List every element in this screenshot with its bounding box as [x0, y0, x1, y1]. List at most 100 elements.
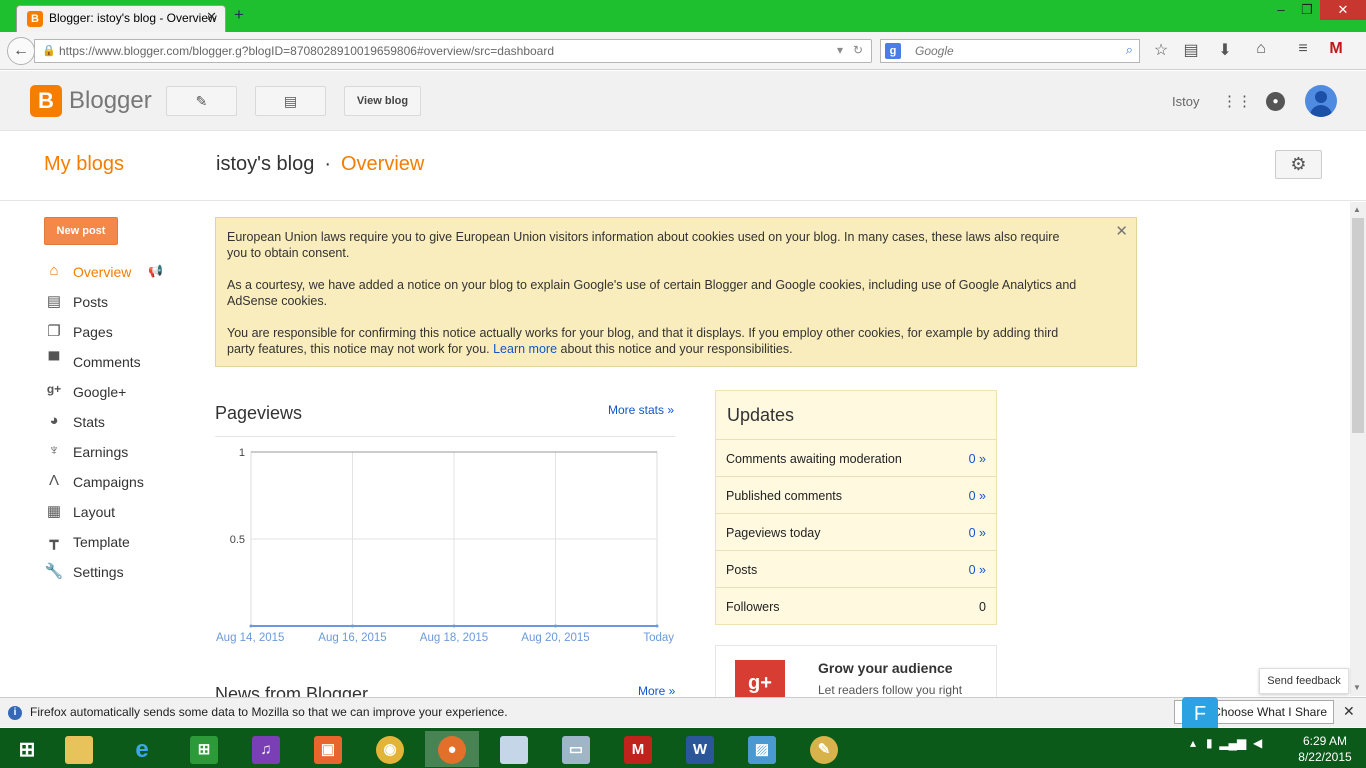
sidebar-item-overview[interactable]: ⌂ Overview 📢: [44, 262, 194, 282]
view-posts-button[interactable]: ▤: [255, 86, 326, 116]
taskbar-photos[interactable]: ▣: [301, 731, 355, 767]
sidebar-item-label: Google+: [73, 384, 127, 400]
back-button[interactable]: ←: [7, 37, 35, 65]
sidebar-item-label: Layout: [73, 504, 116, 520]
news-more-link[interactable]: More »: [638, 684, 675, 698]
browser-tab[interactable]: B Blogger: istoy's blog - Overview ✕: [16, 5, 226, 32]
signal-icon: ▂▄▆: [1219, 736, 1247, 750]
user-name[interactable]: Istoy: [1172, 94, 1199, 109]
taskbar-photo-viewer[interactable]: ▨: [735, 731, 789, 767]
updates-row-value[interactable]: 0 »: [969, 489, 986, 503]
layout-icon: ▦: [46, 503, 62, 520]
dropdown-arrow-icon[interactable]: ▾: [837, 43, 843, 57]
scrollbar-thumb[interactable]: [1352, 218, 1364, 433]
google-plus-icon: g+: [46, 382, 62, 396]
taskbar-store[interactable]: ⊞: [177, 731, 231, 767]
updates-row-value[interactable]: 0 »: [969, 452, 986, 466]
send-feedback-button[interactable]: Send feedback: [1259, 668, 1349, 694]
learn-more-link[interactable]: Learn more: [493, 342, 557, 356]
chart-x-tick-label: Aug 20, 2015: [521, 632, 589, 644]
downloads-icon[interactable]: ⬇: [1214, 40, 1236, 60]
taskbar-file-explorer[interactable]: [52, 731, 106, 767]
home-browser-icon[interactable]: ⌂: [1250, 40, 1272, 58]
system-tray[interactable]: ▴ ▮ ▂▄▆ ◀: [1190, 736, 1262, 750]
updates-row-label: Posts: [726, 563, 758, 577]
scroll-down-icon[interactable]: ▼: [1353, 683, 1361, 692]
window-close-button[interactable]: ✕: [1320, 0, 1366, 20]
page-title: istoy's blog · Overview: [216, 153, 424, 176]
sidebar-item-template[interactable]: ┳ Template: [44, 532, 194, 552]
scroll-up-icon[interactable]: ▲: [1353, 205, 1361, 214]
sidebar-item-pages[interactable]: ❐ Pages: [44, 322, 194, 342]
taskbar-clock[interactable]: 6:29 AM 8/22/2015: [1290, 733, 1360, 765]
new-tab-button[interactable]: +: [234, 5, 244, 25]
close-icon[interactable]: ✕: [1115, 224, 1128, 240]
divider: [215, 436, 675, 437]
chart-data-point: [351, 624, 354, 628]
updates-row-value[interactable]: 0 »: [969, 563, 986, 577]
sidebar-item-label: Comments: [73, 354, 141, 370]
taskbar-app-purple[interactable]: ♫: [239, 731, 293, 767]
blogger-brand[interactable]: Blogger: [69, 87, 152, 115]
taskbar-mcafee[interactable]: M: [611, 731, 665, 767]
settings-gear-button[interactable]: ⚙: [1275, 150, 1322, 179]
more-stats-link[interactable]: More stats »: [608, 403, 674, 417]
start-button[interactable]: ⊞: [0, 731, 54, 767]
taskbar-firefox[interactable]: ●: [425, 731, 479, 767]
sidebar-item-google-plus[interactable]: g+ Google+: [44, 382, 194, 402]
reading-list-icon[interactable]: ▤: [1180, 40, 1202, 60]
chart-x-tick-label: Aug 16, 2015: [318, 632, 386, 644]
google-engine-icon[interactable]: g: [885, 43, 901, 59]
new-post-button[interactable]: New post: [44, 217, 118, 245]
sidebar-item-campaigns[interactable]: Λ Campaigns: [44, 472, 194, 492]
search-icon[interactable]: ⌕: [1126, 42, 1133, 58]
store-icon: ⊞: [190, 736, 218, 765]
sidebar-item-label: Earnings: [73, 444, 129, 460]
sidebar-item-layout[interactable]: ▦ Layout: [44, 502, 194, 522]
sidebar-item-posts[interactable]: ▤ Posts: [44, 292, 194, 312]
sidebar-item-stats[interactable]: ◕ Stats: [44, 412, 194, 432]
reload-icon[interactable]: ↻: [853, 43, 863, 57]
address-bar[interactable]: 🔒 https://www.blogger.com/blogger.g?blog…: [34, 39, 872, 63]
taskbar-paint[interactable]: ✎: [797, 731, 851, 767]
notifications-bell-icon[interactable]: ●: [1266, 92, 1285, 111]
sidebar-item-earnings[interactable]: ♆ Earnings: [44, 442, 194, 462]
search-bar[interactable]: g Google ⌕: [880, 39, 1140, 63]
chart-data-point: [452, 624, 456, 628]
new-post-pencil-button[interactable]: ✎: [166, 86, 237, 116]
view-blog-button[interactable]: View blog: [344, 86, 421, 116]
blogger-header: B Blogger ✎ ▤ View blog Istoy ⋮⋮ ●: [0, 71, 1366, 131]
sidebar-item-label: Posts: [73, 294, 109, 310]
pages-icon: ❐: [47, 323, 61, 340]
window-minimize-button[interactable]: –: [1268, 0, 1294, 20]
blog-name[interactable]: istoy's blog: [216, 153, 314, 175]
clock-date: 8/22/2015: [1298, 750, 1352, 764]
mcafee-extension-icon[interactable]: M: [1325, 40, 1347, 58]
window-maximize-button[interactable]: ❐: [1294, 0, 1320, 20]
apps-grid-icon[interactable]: ⋮⋮: [1222, 92, 1252, 110]
sidebar-item-settings[interactable]: 🔧 Settings: [44, 562, 194, 582]
updates-row: Pageviews today 0 »: [716, 513, 996, 550]
close-icon[interactable]: ✕: [1343, 703, 1355, 720]
taskbar-app-monitor[interactable]: ▭: [549, 731, 603, 767]
scrollbar[interactable]: ▲ ▼: [1350, 202, 1366, 696]
taskbar-chrome[interactable]: ◉: [363, 731, 417, 767]
wrench-icon: 🔧: [44, 563, 64, 580]
updates-row-value[interactable]: 0 »: [969, 526, 986, 540]
updates-row-label: Comments awaiting moderation: [726, 452, 902, 466]
blogger-logo-icon[interactable]: B: [30, 85, 62, 117]
taskbar-app-cube[interactable]: [487, 731, 541, 767]
menu-icon[interactable]: ≡: [1292, 40, 1314, 58]
url-host: https://www.blogger.com: [59, 44, 190, 58]
my-blogs-link[interactable]: My blogs: [44, 153, 124, 176]
bookmark-star-icon[interactable]: ☆: [1150, 40, 1172, 60]
blogger-favicon-icon: B: [27, 11, 43, 27]
sidebar-item-comments[interactable]: ▀ Comments: [44, 352, 194, 372]
taskbar-internet-explorer[interactable]: e: [115, 731, 169, 767]
tab-close-icon[interactable]: ✕: [206, 9, 217, 25]
chart-x-tick-label: Aug 18, 2015: [420, 632, 488, 644]
word-icon: W: [686, 736, 714, 765]
avatar[interactable]: [1305, 85, 1337, 117]
battery-icon: ▮: [1206, 736, 1213, 750]
taskbar-word[interactable]: W: [673, 731, 727, 767]
